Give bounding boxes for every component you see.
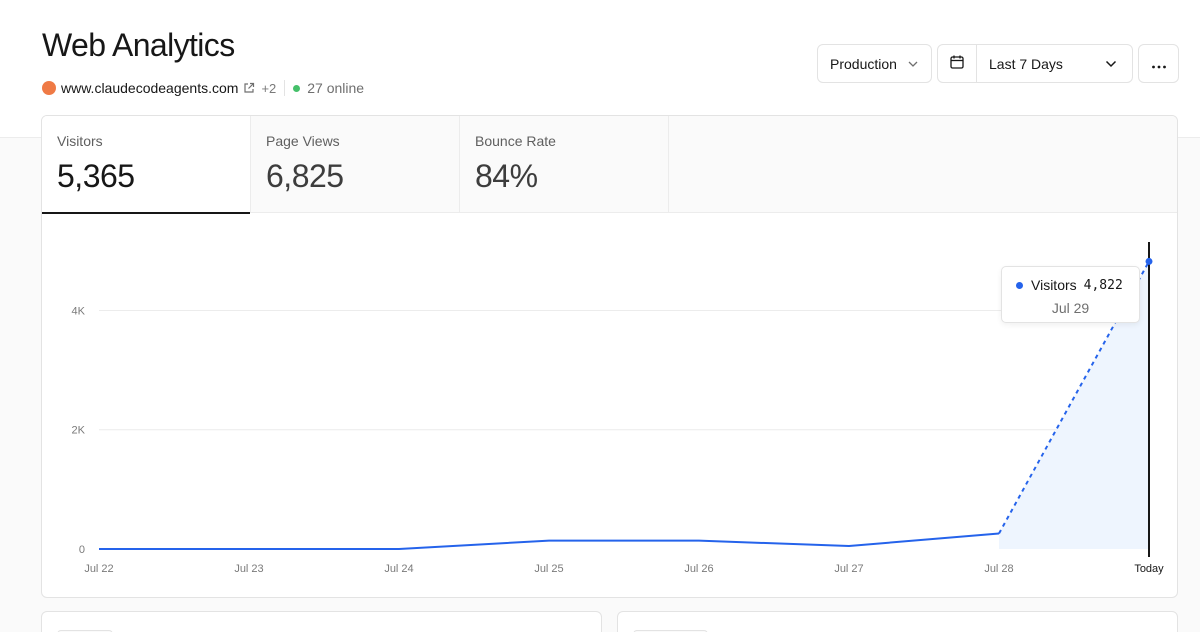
tooltip-series-name: Visitors bbox=[1031, 277, 1077, 293]
x-tick-label: Jul 24 bbox=[384, 563, 413, 575]
metric-value: 5,365 bbox=[57, 158, 135, 194]
site-info: www.claudecodeagents.com +2 27 online bbox=[42, 79, 364, 97]
additional-domains-count[interactable]: +2 bbox=[261, 81, 276, 96]
chevron-down-icon bbox=[907, 57, 919, 73]
metric-value: 84% bbox=[475, 158, 538, 194]
more-horizontal-icon bbox=[1151, 56, 1167, 72]
calendar-button[interactable] bbox=[937, 44, 977, 83]
chevron-down-icon bbox=[1104, 57, 1118, 74]
bottom-panel-right bbox=[617, 611, 1178, 632]
metric-label: Page Views bbox=[266, 133, 340, 149]
metric-label: Bounce Rate bbox=[475, 133, 556, 149]
x-tick-label: Jul 26 bbox=[684, 563, 713, 575]
date-range-select[interactable]: Last 7 Days bbox=[976, 44, 1133, 83]
metric-tab-bounce-rate[interactable]: Bounce Rate 84% bbox=[460, 116, 669, 213]
bottom-panel-left bbox=[41, 611, 602, 632]
x-tick-label: Jul 27 bbox=[834, 563, 863, 575]
metric-tab-visitors[interactable]: Visitors 5,365 bbox=[42, 116, 251, 214]
x-tick-label: Today bbox=[1134, 563, 1164, 575]
more-options-button[interactable] bbox=[1138, 44, 1179, 83]
metric-value: 6,825 bbox=[266, 158, 344, 194]
x-tick-label: Jul 25 bbox=[534, 563, 563, 575]
y-tick-label: 2K bbox=[72, 425, 86, 437]
metric-tabs: Visitors 5,365 Page Views 6,825 Bounce R… bbox=[42, 116, 1177, 214]
online-status-dot bbox=[293, 84, 301, 92]
x-tick-label: Jul 28 bbox=[984, 563, 1013, 575]
divider bbox=[284, 80, 286, 96]
tooltip-date: Jul 29 bbox=[1051, 300, 1090, 316]
calendar-icon bbox=[949, 54, 965, 73]
online-count: 27 online bbox=[307, 80, 365, 96]
environment-select[interactable]: Production bbox=[817, 44, 932, 83]
series-color-dot bbox=[1016, 281, 1023, 289]
analytics-card: Visitors 5,365 Page Views 6,825 Bounce R… bbox=[41, 115, 1178, 598]
y-tick-label: 4K bbox=[72, 305, 86, 317]
chart-tooltip: Visitors 4,822 Jul 29 bbox=[1001, 266, 1140, 323]
external-link-icon[interactable] bbox=[243, 82, 255, 94]
metric-label: Visitors bbox=[57, 133, 103, 149]
tooltip-value: 4,822 bbox=[1083, 277, 1123, 293]
environment-select-value: Production bbox=[830, 55, 897, 72]
x-tick-label: Jul 23 bbox=[234, 563, 263, 575]
visitors-series-line bbox=[99, 532, 1000, 550]
date-range-value: Last 7 Days bbox=[989, 55, 1063, 72]
site-favicon bbox=[42, 81, 56, 95]
site-domain-link[interactable]: www.claudecodeagents.com bbox=[61, 80, 238, 96]
page-title: Web Analytics bbox=[42, 27, 235, 63]
x-tick-label: Jul 22 bbox=[84, 563, 113, 575]
tooltip-row: Visitors 4,822 bbox=[1016, 277, 1123, 293]
y-tick-label: 0 bbox=[79, 544, 85, 556]
metric-tab-page-views[interactable]: Page Views 6,825 bbox=[251, 116, 460, 213]
data-point bbox=[1145, 257, 1153, 265]
